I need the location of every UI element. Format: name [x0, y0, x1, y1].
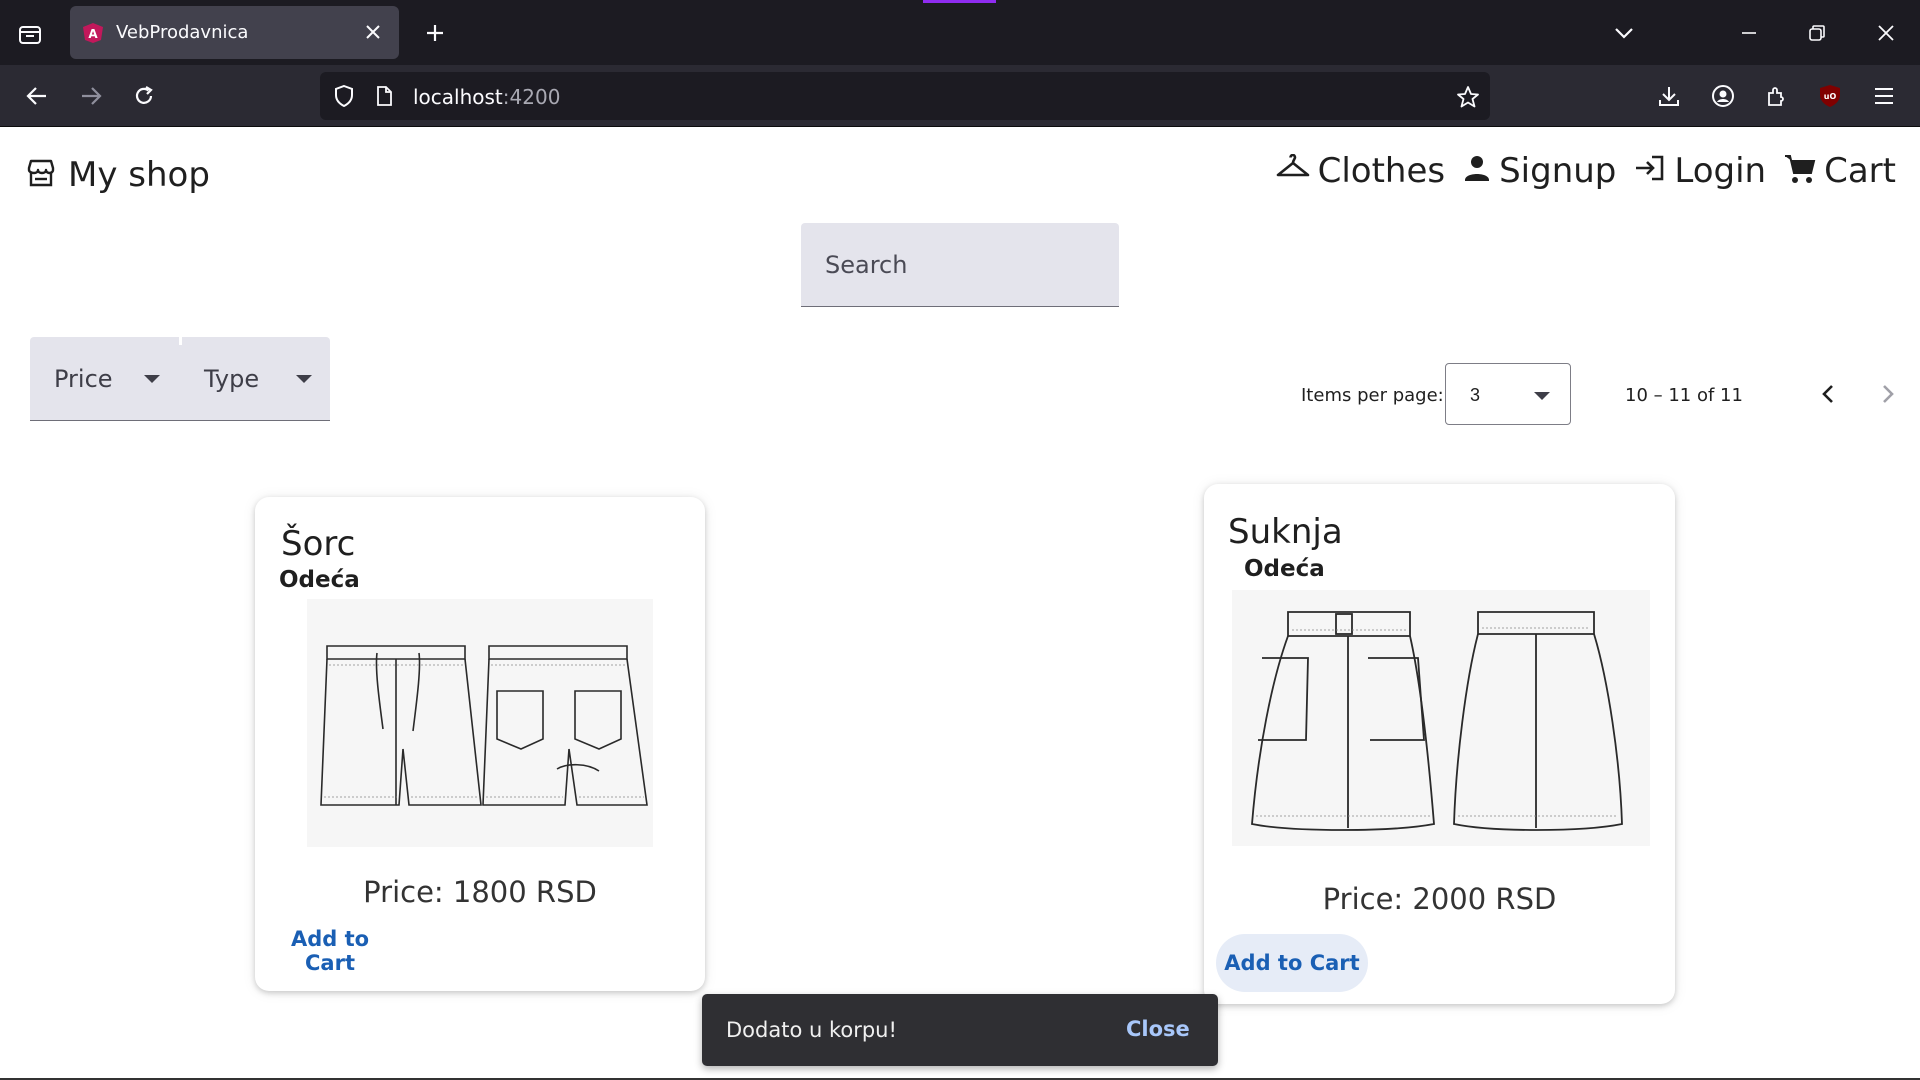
filter-separator: [179, 337, 182, 345]
snackbar-close-button[interactable]: Close: [1126, 1017, 1190, 1041]
extensions-icon[interactable]: [1760, 79, 1794, 113]
forward-icon[interactable]: [74, 79, 108, 113]
page-size-value: 3: [1470, 385, 1481, 405]
product-name: Šorc: [281, 524, 356, 564]
hanger-icon: [1276, 153, 1310, 189]
star-icon[interactable]: [1455, 84, 1481, 110]
storefront-icon: [26, 158, 56, 193]
ublock-icon[interactable]: uO: [1813, 79, 1847, 113]
url-host: localhost: [413, 85, 503, 109]
nav-login[interactable]: Login: [1634, 151, 1766, 191]
page-size-caret-icon: [1534, 392, 1550, 400]
close-tab-icon[interactable]: [361, 20, 385, 44]
new-tab-icon[interactable]: [420, 18, 450, 48]
nav-cart-label: Cart: [1824, 151, 1896, 191]
tabs-overview-icon[interactable]: [14, 18, 46, 50]
add-to-cart-button[interactable]: Add to Cart: [275, 927, 385, 975]
person-icon: [1463, 154, 1491, 189]
price-filter-label: Price: [54, 365, 113, 393]
type-filter-select[interactable]: Type: [204, 337, 330, 421]
product-category: Odeća: [279, 567, 360, 593]
list-all-tabs-icon[interactable]: [1609, 18, 1639, 48]
reload-icon[interactable]: [127, 79, 161, 113]
chevron-right-icon: [1883, 385, 1894, 403]
tab-bar: A VebProdavnica: [0, 0, 1920, 65]
page-size-select[interactable]: 3: [1445, 363, 1571, 425]
account-icon[interactable]: [1706, 79, 1740, 113]
browser-chrome: A VebProdavnica localhost:4200 uO: [0, 0, 1920, 127]
shield-icon[interactable]: [332, 84, 356, 108]
minimize-icon[interactable]: [1734, 18, 1764, 48]
nav-signup-label: Signup: [1499, 151, 1617, 191]
menu-icon[interactable]: [1867, 79, 1901, 113]
tab-bar-accent: [923, 0, 996, 3]
page-content: My shop Clothes Signup Login Cart Search…: [0, 127, 1920, 1080]
items-per-page-label: Items per page:: [1301, 385, 1444, 406]
previous-page-button[interactable]: [1808, 374, 1848, 414]
url-bar[interactable]: localhost:4200: [320, 72, 1490, 120]
type-caret-icon: [296, 375, 312, 383]
restore-icon[interactable]: [1802, 18, 1832, 48]
nav-signup[interactable]: Signup: [1463, 151, 1616, 191]
product-price: Price: 2000 RSD: [1322, 882, 1557, 916]
nav-login-label: Login: [1674, 151, 1767, 191]
filter-bar: Price Type: [30, 337, 330, 421]
product-image: [307, 599, 653, 847]
active-tab[interactable]: A VebProdavnica: [70, 6, 399, 59]
back-icon[interactable]: [20, 79, 54, 113]
product-card: Šorc Odeća Price: 1800 RSD Add to Cart: [255, 497, 705, 991]
url-text[interactable]: localhost:4200: [413, 85, 560, 109]
add-to-cart-button[interactable]: Add to Cart: [1216, 934, 1368, 992]
nav-toolbar: localhost:4200 uO: [0, 65, 1920, 127]
close-window-icon[interactable]: [1871, 18, 1901, 48]
product-card: Suknja Odeća Price: 2000 RSD Add to Cart: [1204, 484, 1675, 1004]
download-icon[interactable]: [1652, 79, 1686, 113]
paginator: Items per page: 3 10 – 11 of 11: [1280, 363, 1920, 425]
product-category: Odeća: [1244, 556, 1325, 582]
snackbar: Dodato u korpu! Close: [702, 994, 1218, 1066]
tab-title: VebProdavnica: [116, 22, 249, 43]
price-caret-icon: [144, 375, 160, 383]
nav-clothes[interactable]: Clothes: [1276, 151, 1446, 191]
product-name: Suknja: [1228, 512, 1343, 552]
page-icon: [372, 84, 396, 108]
price-filter-select[interactable]: Price: [54, 337, 179, 421]
page-range-label: 10 – 11 of 11: [1625, 385, 1743, 406]
login-icon: [1634, 154, 1666, 189]
url-port: :4200: [502, 85, 561, 109]
product-price: Price: 1800 RSD: [363, 875, 597, 909]
product-image: [1232, 590, 1650, 846]
nav-cart[interactable]: Cart: [1784, 151, 1896, 191]
cart-icon: [1784, 153, 1816, 190]
next-page-button[interactable]: [1868, 374, 1908, 414]
app-toolbar: My shop Clothes Signup Login Cart: [0, 127, 1920, 219]
brand[interactable]: My shop: [26, 155, 210, 195]
svg-text:A: A: [88, 27, 98, 41]
nav-clothes-label: Clothes: [1317, 151, 1446, 191]
chevron-left-icon: [1822, 385, 1833, 403]
favicon-icon: A: [82, 22, 104, 44]
brand-label: My shop: [68, 155, 210, 195]
snackbar-message: Dodato u korpu!: [726, 1018, 897, 1042]
search-field[interactable]: [801, 223, 1119, 307]
type-filter-label: Type: [204, 365, 260, 393]
nav-links: Clothes Signup Login Cart: [1258, 151, 1896, 191]
search-input[interactable]: [801, 223, 1119, 306]
svg-text:uO: uO: [1824, 92, 1837, 101]
